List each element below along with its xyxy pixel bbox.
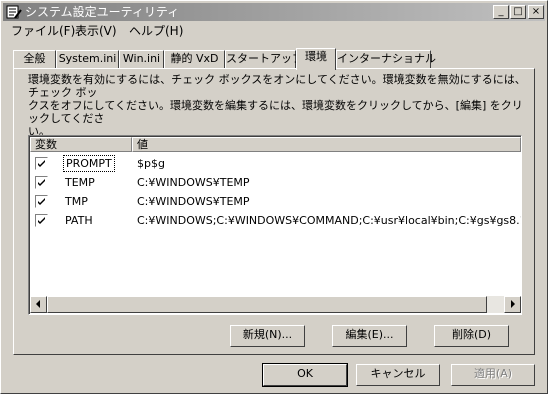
ok-button[interactable]: OK (262, 363, 348, 387)
enable-checkbox[interactable] (35, 157, 48, 170)
variable-name: TMP (65, 195, 88, 208)
list-header: 変数 値 (30, 137, 521, 152)
close-button[interactable]: × (528, 5, 544, 19)
checkmark-icon (38, 179, 45, 186)
cancel-button[interactable]: キャンセル (356, 364, 440, 386)
variable-name: PROMPT (63, 155, 115, 172)
column-value[interactable]: 値 (132, 137, 521, 152)
delete-button[interactable]: 削除(D) (434, 325, 509, 347)
window-title: システム設定ユーティリティ (25, 5, 180, 19)
checkmark-icon (38, 160, 45, 167)
enable-checkbox[interactable] (35, 214, 48, 227)
scroll-left-button[interactable] (30, 296, 47, 313)
tab-startup[interactable]: スタートアップ (225, 50, 303, 69)
minimize-button[interactable]: _ (493, 5, 509, 19)
tab-environment[interactable]: 環境 (296, 48, 336, 70)
app-window: システム設定ユーティリティ _ □ × ファイル(F) 表示(V) ヘルプ(H)… (0, 0, 548, 394)
arrow-left-icon (36, 300, 40, 308)
list-item[interactable]: PATH C:¥WINDOWS;C:¥WINDOWS¥COMMAND;C:¥us… (30, 211, 521, 230)
list-item[interactable]: PROMPT $p$g (30, 154, 521, 173)
edit-button[interactable]: 編集(E)... (332, 325, 407, 347)
environment-list[interactable]: 変数 値 PROMPT $p$g TEMP C:¥WINDOWS¥TEMP TM… (28, 135, 522, 315)
variable-value: C:¥WINDOWS¥TEMP (137, 195, 250, 208)
arrow-right-icon (511, 300, 515, 308)
horizontal-scrollbar[interactable] (30, 296, 521, 313)
apply-button[interactable]: 適用(A) (451, 364, 535, 386)
menu-bar: ファイル(F) 表示(V) ヘルプ(H) (3, 22, 545, 41)
tab-system-ini[interactable]: System.ini (56, 50, 119, 69)
variable-value: $p$g (137, 157, 165, 170)
tab-static-vxd[interactable]: 静的 VxD (164, 50, 225, 69)
menu-view[interactable]: 表示(V) (75, 24, 117, 39)
checkmark-icon (38, 217, 45, 224)
title-bar[interactable]: システム設定ユーティリティ _ □ × (3, 3, 545, 21)
menu-file[interactable]: ファイル(F) (11, 24, 75, 39)
enable-checkbox[interactable] (35, 195, 48, 208)
variable-name: TEMP (65, 176, 95, 189)
scroll-right-button[interactable] (504, 296, 521, 313)
new-button[interactable]: 新規(N)... (230, 325, 305, 347)
variable-name: PATH (65, 214, 93, 227)
checkmark-icon (38, 198, 45, 205)
menu-help[interactable]: ヘルプ(H) (129, 24, 183, 39)
list-item[interactable]: TMP C:¥WINDOWS¥TEMP (30, 192, 521, 211)
scroll-thumb[interactable] (47, 296, 487, 313)
variable-value: C:¥WINDOWS¥TEMP (137, 176, 250, 189)
description-text: 環境変数を有効にするには、チェック ボックスをオンにしてください。環境変数を無効… (28, 73, 528, 138)
maximize-button[interactable]: □ (510, 5, 526, 19)
msconfig-app-icon (6, 4, 22, 20)
tab-general[interactable]: 全般 (13, 50, 56, 69)
description-line: 環境変数を有効にするには、チェック ボックスをオンにしてください。環境変数を無効… (28, 73, 526, 99)
column-variable[interactable]: 変数 (30, 137, 132, 152)
enable-checkbox[interactable] (35, 176, 48, 189)
tab-win-ini[interactable]: Win.ini (119, 50, 164, 69)
environment-panel: 環境変数を有効にするには、チェック ボックスをオンにしてください。環境変数を無効… (13, 68, 535, 355)
variable-value: C:¥WINDOWS;C:¥WINDOWS¥COMMAND;C:¥usr¥loc… (137, 214, 522, 227)
tab-international[interactable]: インターナショナル (336, 50, 436, 69)
description-line: クスをオフにしてください。環境変数を編集するには、環境変数をクリックしてから、[… (28, 99, 523, 125)
list-item[interactable]: TEMP C:¥WINDOWS¥TEMP (30, 173, 521, 192)
